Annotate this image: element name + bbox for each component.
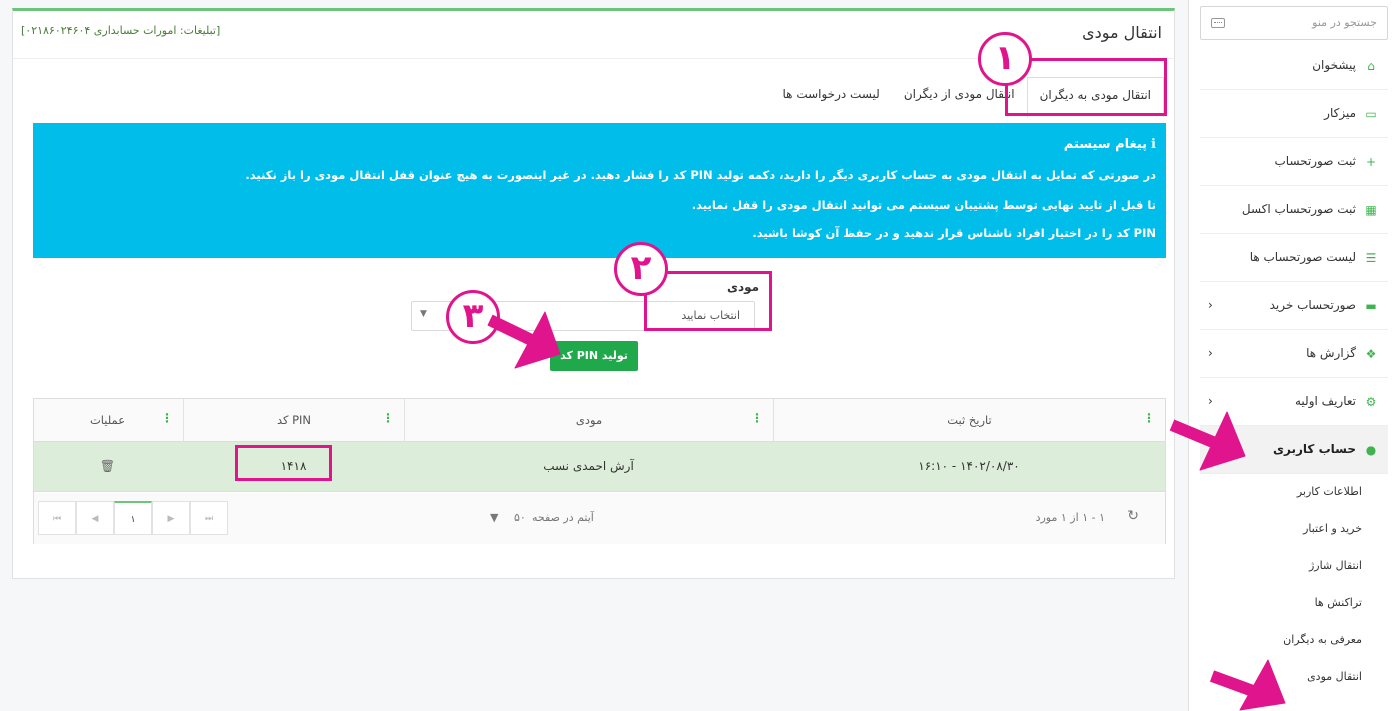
sidebar-subitem-referral[interactable]: معرفی به دیگران <box>1200 622 1388 659</box>
sidebar-item-label: پیشخوان <box>1312 58 1356 72</box>
money-icon: ▬ <box>1365 299 1377 313</box>
search-placeholder: جستجو در منو <box>1312 16 1377 29</box>
sidebar-item-reports[interactable]: ❖ گزارش ها ‹ <box>1200 330 1388 378</box>
tab-request-list[interactable]: لیست درخواست ها <box>771 77 892 117</box>
cell-date: ۱۴۰۲/۰۸/۳۰ - ۱۶:۱۰ <box>918 459 1020 473</box>
grid-pager: ↻ ۱ - ۱ از ۱ مورد ▼ ۵۰ آیتم در صفحه ⏮ ◀ … <box>34 493 1165 544</box>
column-header-pin[interactable]: ⋮ PIN کد <box>183 399 404 441</box>
sidebar-subitem-user-info[interactable]: اطلاعات کاربر <box>1200 474 1388 511</box>
sidebar-item-label: ثبت صورتحساب <box>1274 154 1357 168</box>
alert-line: در صورتی که تمایل به انتقال مودی به حساب… <box>245 168 1156 182</box>
sidebar-subitem-charge-transfer[interactable]: انتقال شارژ <box>1200 548 1388 585</box>
sidebar-item-label: ثبت صورتحساب اکسل <box>1241 202 1356 216</box>
menu-search-input[interactable]: جستجو در منو <box>1200 6 1388 40</box>
chevron-left-icon: ‹ <box>1208 346 1213 360</box>
system-message-alert: iپیغام سیستم در صورتی که تمایل به انتقال… <box>33 123 1166 258</box>
generate-pin-button[interactable]: تولید PIN کد <box>550 341 638 371</box>
page-number-current[interactable]: ۱ <box>114 501 152 535</box>
chevron-down-icon[interactable]: ▼ <box>490 511 498 524</box>
sidebar-subitem-label: تراکنش ها <box>1314 596 1362 609</box>
sidebar-item-label: حساب کاربری <box>1273 442 1356 456</box>
sidebar: جستجو در منو ⌂ پیشخوان ▭ میزکار + ثبت صو… <box>1188 0 1400 711</box>
refresh-icon[interactable]: ↻ <box>1127 508 1139 524</box>
prev-page-icon[interactable]: ◀ <box>76 501 114 535</box>
sidebar-item-definitions[interactable]: ⚙ تعاریف اولیه ‹ <box>1200 378 1388 426</box>
sidebar-subitem-label: اطلاعات کاربر <box>1296 485 1362 498</box>
data-grid: ⋮ تاریخ ثبت ⋮ مودی ⋮ PIN کد ⋮ عملیات ۱۴۰… <box>33 398 1166 544</box>
sidebar-item-excel-invoice[interactable]: ▦ ثبت صورتحساب اکسل <box>1200 186 1388 234</box>
main-panel: انتقال مودی [تبلیغات: امورات حسابداری ۰۲… <box>12 8 1175 579</box>
sidebar-subitem-taxpayer-transfer[interactable]: انتقال مودی <box>1200 659 1388 696</box>
alert-title-text: پیغام سیستم <box>1063 137 1148 152</box>
chevron-down-icon: ⌄ <box>1208 442 1219 456</box>
sidebar-item-label: گزارش ها <box>1306 346 1356 360</box>
sidebar-subitem-label: انتقال شارژ <box>1308 559 1362 572</box>
sidebar-item-desk[interactable]: ▭ میزکار <box>1200 90 1388 138</box>
per-page-label: آیتم در صفحه <box>532 511 594 524</box>
next-page-icon[interactable]: ▶ <box>152 501 190 535</box>
ad-text: [تبلیغات: امورات حسابداری ۰۲۱۸۶۰۲۴۶۰۴] <box>21 24 221 37</box>
info-icon: i <box>1151 137 1156 152</box>
sidebar-subitem-label: خرید و اعتبار <box>1303 522 1362 535</box>
keyboard-icon <box>1211 18 1225 28</box>
highlight-box-pin <box>235 445 332 481</box>
column-header-label: PIN کد <box>276 413 312 427</box>
alert-title: iپیغام سیستم <box>1064 137 1156 152</box>
sidebar-subitem-label: معرفی به دیگران <box>1283 633 1362 646</box>
alert-line: تا قبل از تایید نهایی توسط پشتیبان سیستم… <box>691 198 1156 212</box>
sidebar-subitem-transactions[interactable]: تراکنش ها <box>1200 585 1388 622</box>
pager-info: ۱ - ۱ از ۱ مورد <box>1035 511 1105 524</box>
column-header-actions[interactable]: ⋮ عملیات <box>32 399 183 441</box>
sidebar-item-label: تعاریف اولیه <box>1295 394 1356 408</box>
sidebar-menu: ⌂ پیشخوان ▭ میزکار + ثبت صورتحساب ▦ ثبت … <box>1200 42 1388 696</box>
grid-header: ⋮ تاریخ ثبت ⋮ مودی ⋮ PIN کد ⋮ عملیات <box>34 399 1165 442</box>
table-row[interactable]: ۱۴۰۲/۰۸/۳۰ - ۱۶:۱۰ آرش احمدی نسب ۱۴۱۸ 🗑 <box>34 442 1165 492</box>
sidebar-item-label: لیست صورتحساب ها <box>1249 250 1356 264</box>
home-icon: ⌂ <box>1367 59 1375 73</box>
sidebar-item-label: میزکار <box>1324 106 1356 120</box>
chevron-left-icon: ‹ <box>1208 394 1213 408</box>
column-header-taxpayer[interactable]: ⋮ مودی <box>404 399 773 441</box>
chevron-down-icon: ▼ <box>420 309 427 319</box>
last-page-icon[interactable]: ⏭ <box>190 501 228 535</box>
sidebar-subitem-label: انتقال مودی <box>1307 670 1362 683</box>
cogs-icon: ⚙ <box>1365 395 1377 409</box>
sidebar-item-purchase-invoice[interactable]: ▬ صورتحساب خرید ‹ <box>1200 282 1388 330</box>
sidebar-item-dashboard[interactable]: ⌂ پیشخوان <box>1200 42 1388 90</box>
annotation-number-1: ۱ <box>978 32 1032 86</box>
column-header-label: عملیات <box>89 413 126 427</box>
annotation-number-3: ۳ <box>446 290 500 344</box>
page-title: انتقال مودی <box>1082 23 1162 42</box>
cubes-icon: ❖ <box>1365 347 1377 361</box>
column-header-date[interactable]: ⋮ تاریخ ثبت <box>773 399 1165 441</box>
sidebar-subitem-purchase-credit[interactable]: خرید و اعتبار <box>1200 511 1388 548</box>
alert-line: PIN کد را در اختیار افراد ناشناس قرار ند… <box>752 226 1156 240</box>
monitor-icon: ▭ <box>1365 107 1377 121</box>
plus-icon: + <box>1365 155 1377 169</box>
sidebar-item-label: صورتحساب خرید <box>1269 298 1356 312</box>
list-icon: ☰ <box>1365 251 1377 265</box>
sidebar-item-account[interactable]: ● حساب کاربری ⌄ <box>1200 426 1388 474</box>
excel-icon: ▦ <box>1365 203 1377 217</box>
user-icon: ● <box>1365 443 1377 457</box>
per-page-select[interactable]: ۵۰ <box>514 511 526 524</box>
annotation-number-2: ۲ <box>614 242 668 296</box>
sidebar-item-add-invoice[interactable]: + ثبت صورتحساب <box>1200 138 1388 186</box>
column-header-label: تاریخ ثبت <box>947 413 992 427</box>
column-header-label: مودی <box>575 413 603 427</box>
sidebar-item-invoice-list[interactable]: ☰ لیست صورتحساب ها <box>1200 234 1388 282</box>
cell-taxpayer: آرش احمدی نسب <box>543 459 634 473</box>
trash-icon[interactable]: 🗑 <box>32 459 183 473</box>
first-page-icon[interactable]: ⏮ <box>38 501 76 535</box>
chevron-left-icon: ‹ <box>1208 298 1213 312</box>
